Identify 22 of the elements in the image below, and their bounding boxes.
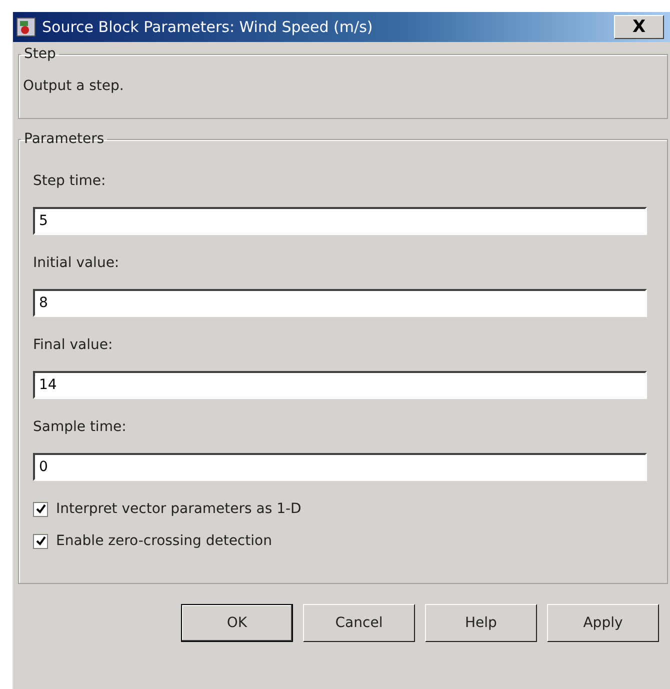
checkbox[interactable] xyxy=(33,502,48,516)
dialog-button[interactable]: Cancel xyxy=(303,604,415,642)
close-button[interactable]: X xyxy=(614,15,664,39)
dialog-button[interactable]: Apply xyxy=(547,604,659,642)
input-field[interactable]: 5 xyxy=(33,207,647,235)
group-title: Step xyxy=(23,46,57,62)
field-label: Step time: xyxy=(33,173,107,189)
field-label: Sample time: xyxy=(33,419,128,435)
window-title: Source Block Parameters: Wind Speed (m/s) xyxy=(42,18,374,36)
checkbox-label: Interpret vector parameters as 1-D xyxy=(56,501,302,517)
field-label: Initial value: xyxy=(33,255,120,271)
checkbox-label: Enable zero-crossing detection xyxy=(56,533,272,549)
checkbox[interactable] xyxy=(33,534,48,548)
dialog-button[interactable]: OK xyxy=(181,604,293,642)
description-text: Output a step. xyxy=(23,78,125,94)
block-icon xyxy=(16,17,36,37)
input-field[interactable]: 14 xyxy=(33,371,647,399)
field-label: Final value: xyxy=(33,337,114,353)
dialog-button[interactable]: Help xyxy=(425,604,537,642)
input-field[interactable]: 0 xyxy=(33,453,647,481)
group-title: Parameters xyxy=(23,131,106,147)
input-field[interactable]: 8 xyxy=(33,289,647,317)
